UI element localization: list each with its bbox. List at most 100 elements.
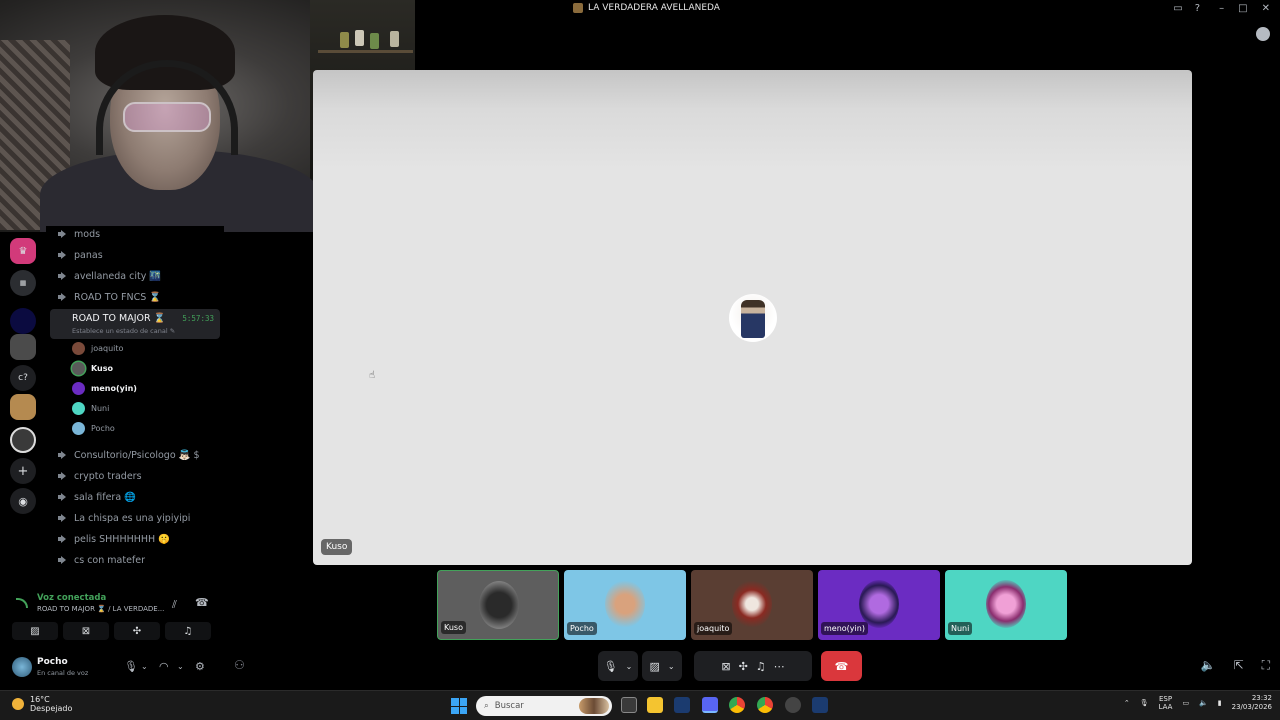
close-icon[interactable]: ✕ bbox=[1262, 3, 1270, 14]
voice-member[interactable]: Nuni bbox=[72, 399, 109, 417]
minimize-icon[interactable]: – bbox=[1219, 3, 1224, 14]
search-placeholder: Buscar bbox=[494, 701, 524, 711]
username[interactable]: Pocho bbox=[37, 657, 68, 667]
popout-icon[interactable]: ⇱ bbox=[1234, 658, 1244, 673]
participant-tile[interactable]: joaquito bbox=[691, 570, 813, 640]
activities-icon[interactable]: ✣ bbox=[739, 660, 748, 673]
speaker-icon bbox=[58, 229, 68, 239]
add-user-icon[interactable]: ⚇ bbox=[234, 658, 245, 672]
camera-off-icon: ▨ bbox=[649, 659, 660, 673]
actions-group: ⊠ ✣ ♫ ⋯ bbox=[694, 651, 812, 681]
voice-channel[interactable]: panas bbox=[50, 245, 220, 265]
voice-channel[interactable]: Consultorio/Psicologo 👼🏻 $ bbox=[50, 445, 220, 465]
microphone-tray-icon[interactable]: 🎙 bbox=[1140, 699, 1149, 707]
voice-channel[interactable]: La chispa es una yipiyipi bbox=[50, 508, 220, 528]
chevron-down-icon[interactable]: ⌄ bbox=[141, 662, 148, 671]
user-avatar[interactable] bbox=[12, 657, 32, 677]
activities-button[interactable]: ✣ bbox=[114, 622, 160, 640]
participant-tile[interactable]: Kuso bbox=[437, 570, 559, 640]
steam-icon[interactable] bbox=[674, 697, 690, 713]
server-icon-pink[interactable]: ♛ bbox=[10, 238, 36, 264]
chevron-down-icon[interactable]: ⌄ bbox=[177, 662, 184, 671]
help-icon[interactable]: ? bbox=[1195, 3, 1200, 14]
server-icon-folder[interactable]: ▦ bbox=[10, 270, 36, 296]
language-indicator[interactable]: ESP LAA bbox=[1159, 695, 1173, 712]
task-view-icon[interactable] bbox=[621, 697, 637, 713]
server-icon-question[interactable]: c? bbox=[10, 365, 36, 391]
disconnect-icon[interactable]: ☎ bbox=[195, 596, 209, 609]
chrome-profile-icon[interactable] bbox=[757, 697, 773, 713]
battery-icon[interactable]: ▮ bbox=[1218, 699, 1222, 707]
avatar bbox=[732, 580, 772, 628]
server-icon-dark[interactable] bbox=[10, 308, 36, 334]
hang-up-button[interactable]: ☎ bbox=[821, 651, 862, 681]
voice-status[interactable]: Voz conectada bbox=[37, 593, 106, 603]
participant-tiles: Kuso Pocho joaquito meno(yin) Nuni bbox=[437, 570, 1069, 640]
channel-name: cs con matefer bbox=[74, 554, 146, 566]
microphone-icon[interactable]: 🎙 bbox=[124, 660, 138, 673]
chat-bubble-icon[interactable] bbox=[1256, 27, 1270, 41]
maximize-icon[interactable]: □ bbox=[1238, 3, 1247, 14]
add-server-icon[interactable]: + bbox=[10, 458, 36, 484]
avatar bbox=[605, 580, 645, 628]
mute-button[interactable]: 🎙 ⌄ bbox=[598, 651, 638, 681]
soundboard-icon[interactable]: ♫ bbox=[756, 660, 766, 673]
participant-name: Nuni bbox=[948, 622, 973, 635]
screen-share-icon[interactable]: ⊠ bbox=[721, 660, 730, 673]
inbox-icon[interactable]: ▭ bbox=[1173, 3, 1182, 14]
screen-share-button[interactable]: ⊠ bbox=[63, 622, 109, 640]
steam-icon-2[interactable] bbox=[812, 697, 828, 713]
speaker-icon bbox=[58, 271, 68, 281]
more-options-icon[interactable]: ⋯ bbox=[774, 660, 785, 673]
participant-tile[interactable]: Pocho bbox=[564, 570, 686, 640]
voice-channel[interactable]: mods bbox=[50, 224, 220, 244]
volume-tray-icon[interactable]: 🔈 bbox=[1199, 699, 1208, 707]
headphones-icon[interactable]: ◠ bbox=[159, 660, 169, 673]
voice-member[interactable]: Pocho bbox=[72, 419, 115, 437]
active-voice-channel[interactable]: ROAD TO MAJOR ⌛ 5:57:33 Establece un est… bbox=[50, 309, 220, 339]
camera-button[interactable]: ▨ ⌄ bbox=[642, 651, 682, 681]
voice-member[interactable]: joaquito bbox=[72, 339, 123, 357]
camera-off-button[interactable]: ▨ bbox=[12, 622, 58, 640]
participant-tile[interactable]: Nuni bbox=[945, 570, 1067, 640]
voice-channel[interactable]: avellaneda city 🌃 bbox=[50, 266, 220, 286]
voice-member[interactable]: Kuso bbox=[72, 359, 113, 377]
explore-icon[interactable]: ◉ bbox=[10, 488, 36, 514]
voice-channel[interactable]: crypto traders bbox=[50, 466, 220, 486]
server-icon-gray[interactable] bbox=[10, 334, 36, 360]
participant-tile[interactable]: meno(yin) bbox=[818, 570, 940, 640]
settings-gear-icon[interactable]: ⚙ bbox=[195, 660, 205, 673]
weather-widget[interactable]: 16°C Despejado bbox=[12, 695, 72, 713]
server-icon-photo[interactable] bbox=[10, 394, 36, 420]
channel-name: pelis SHHHHHHH 🤫 bbox=[74, 533, 171, 545]
start-button[interactable] bbox=[451, 698, 467, 714]
app-icon[interactable] bbox=[785, 697, 801, 713]
file-explorer-icon[interactable] bbox=[647, 697, 663, 713]
avatar-figure bbox=[741, 300, 765, 338]
server-icon-logo[interactable] bbox=[10, 427, 36, 453]
chevron-up-icon[interactable]: ⌃ bbox=[1124, 699, 1130, 707]
voice-channel[interactable]: cs con matefer bbox=[50, 550, 220, 570]
fullscreen-icon[interactable]: ⛶ bbox=[1262, 658, 1270, 673]
avatar bbox=[72, 341, 85, 355]
main-stage[interactable]: ☝ Kuso bbox=[313, 70, 1192, 565]
taskbar-search[interactable]: ⌕ Buscar bbox=[476, 696, 612, 716]
channel-status-prompt[interactable]: Establece un estado de canal ✎ bbox=[72, 327, 175, 335]
clock[interactable]: 23:32 23/03/2026 bbox=[1232, 694, 1272, 712]
voice-member[interactable]: meno(yin) bbox=[72, 379, 137, 397]
chrome-icon[interactable] bbox=[729, 697, 745, 713]
voice-channel[interactable]: pelis SHHHHHHH 🤫 bbox=[50, 529, 220, 549]
voice-channel-path[interactable]: ROAD TO MAJOR ⌛ / LA VERDADE... bbox=[37, 605, 164, 613]
noise-suppression-icon[interactable]: ⫽ bbox=[172, 598, 177, 612]
monitor-icon[interactable]: ▭ bbox=[1182, 699, 1189, 707]
volume-icon[interactable]: 🔈 bbox=[1201, 658, 1216, 673]
chevron-down-icon[interactable]: ⌄ bbox=[626, 662, 633, 671]
voice-channel[interactable]: sala fifera 🌐 bbox=[50, 487, 220, 507]
channel-name: crypto traders bbox=[74, 470, 142, 482]
discord-icon[interactable] bbox=[702, 697, 718, 713]
signal-icon[interactable] bbox=[16, 598, 28, 608]
soundboard-button[interactable]: ♫ bbox=[165, 622, 211, 640]
speaker-name-label: Kuso bbox=[321, 539, 353, 555]
voice-channel[interactable]: ROAD TO FNCS ⌛ bbox=[50, 287, 220, 307]
chevron-down-icon[interactable]: ⌄ bbox=[668, 662, 675, 671]
